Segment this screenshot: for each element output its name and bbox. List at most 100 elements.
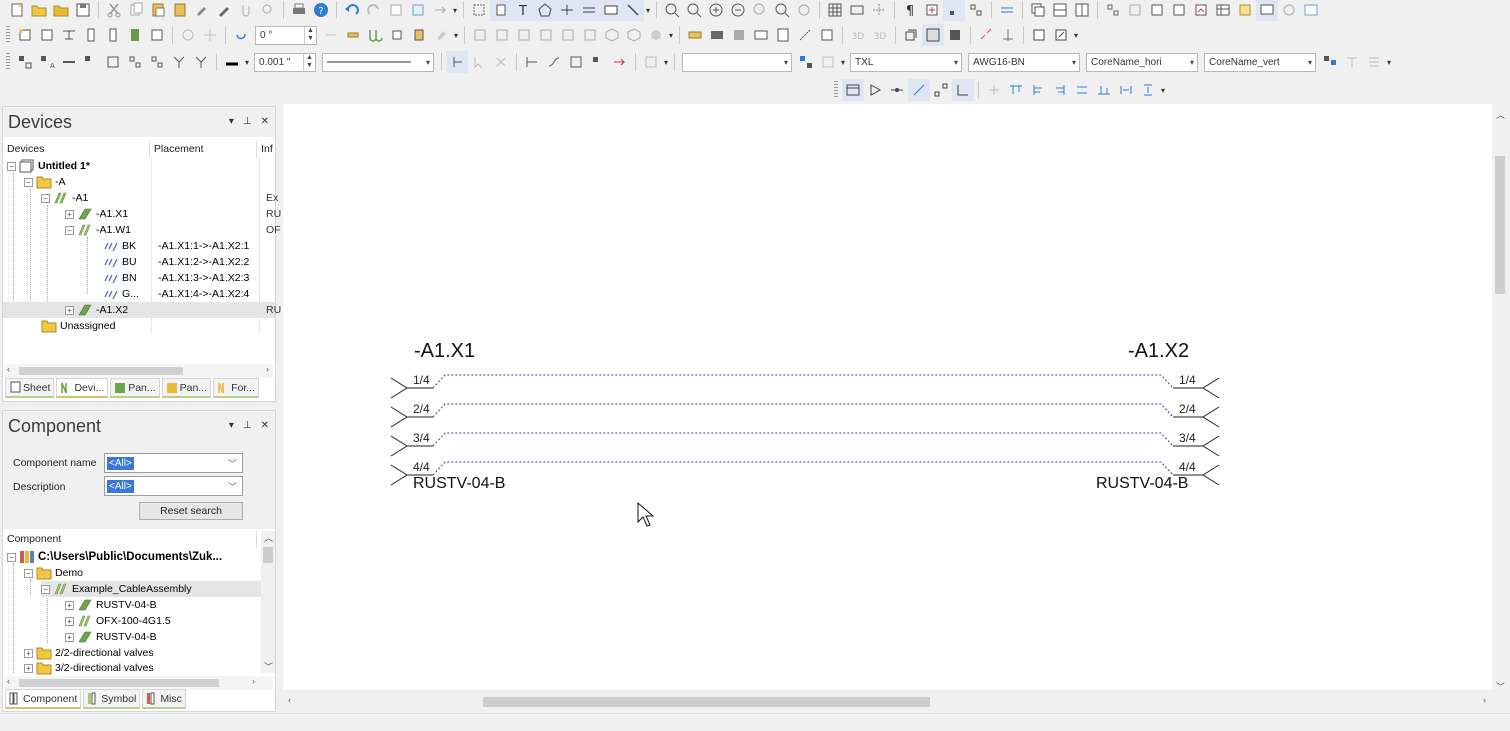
drawing-canvas[interactable]: -A1.X1 -A1.X2 RUSTV-04-B RUSTV-04-B 1/4 2… — [283, 104, 1492, 690]
right-pin-symbol[interactable] — [1202, 406, 1220, 428]
line-width-icon[interactable] — [221, 51, 243, 73]
diagonal-route-icon[interactable] — [930, 79, 952, 101]
right-connector-label[interactable]: -A1.X2 — [1128, 340, 1189, 362]
view-solid-icon[interactable] — [944, 24, 966, 46]
canvas-vertical-scrollbar[interactable]: ︿ ﹀ — [1492, 104, 1508, 695]
devices-horizontal-scrollbar[interactable]: ‹ › — [5, 364, 273, 378]
bar-icon[interactable] — [706, 24, 728, 46]
collapse-icon[interactable]: − — [7, 161, 16, 171]
attach-icon[interactable] — [235, 0, 257, 21]
screen-icon[interactable] — [1256, 0, 1279, 21]
collapse-icon[interactable]: − — [24, 568, 33, 578]
panel-menu-icon[interactable]: ▾ — [229, 420, 234, 431]
expand-icon[interactable]: + — [24, 648, 33, 658]
column-header-placement[interactable]: Placement — [150, 141, 258, 158]
pin-icon[interactable] — [386, 24, 408, 46]
paste-special-icon[interactable] — [169, 0, 191, 21]
grid-view-icon[interactable] — [1300, 0, 1322, 21]
grid-icon[interactable] — [824, 0, 846, 21]
layout-2-icon[interactable] — [1124, 0, 1146, 21]
collapse-icon[interactable]: − — [41, 193, 50, 203]
line-icon[interactable] — [622, 0, 645, 21]
tree-item-demo[interactable]: − Demo — [24, 565, 83, 581]
tag-icon[interactable] — [600, 0, 623, 21]
align-center-icon[interactable] — [1071, 79, 1093, 101]
cable-core-wire[interactable] — [432, 403, 1174, 418]
share-icon[interactable] — [429, 0, 451, 21]
tab-panel-1[interactable]: Pan... — [110, 378, 160, 398]
collapse-icon[interactable]: − — [41, 584, 50, 594]
y-junction-2-icon[interactable] — [190, 51, 212, 73]
tree-item-core-bu[interactable]: BU — [103, 254, 137, 270]
tree-item-a1-x2[interactable]: + -A1.X2 — [3, 302, 275, 318]
tab-form[interactable]: For... — [213, 378, 260, 398]
connect-icon[interactable] — [556, 0, 579, 21]
dropdown-arrow-icon[interactable]: ▾ — [664, 58, 668, 67]
align-icon[interactable] — [943, 0, 966, 21]
dropdown-arrow-icon[interactable]: ▾ — [454, 31, 458, 40]
component-name-select[interactable]: <All> ﹀ — [104, 453, 243, 473]
cable-icon[interactable] — [364, 24, 386, 46]
collapse-icon[interactable]: − — [65, 225, 74, 235]
cursor-icon[interactable] — [468, 51, 490, 73]
dropdown-arrow-icon[interactable]: ▾ — [1161, 86, 1165, 95]
cabinet-icon[interactable] — [772, 24, 794, 46]
frame-2-icon[interactable] — [1168, 0, 1190, 21]
symbol-icon[interactable] — [490, 0, 513, 21]
tab-misc[interactable]: Misc — [142, 689, 186, 709]
print-icon[interactable] — [288, 0, 310, 21]
sphere-icon[interactable] — [645, 24, 667, 46]
move-icon[interactable] — [199, 24, 221, 46]
route-2-icon[interactable] — [816, 24, 838, 46]
copy-icon[interactable] — [125, 0, 147, 21]
3d-off-icon[interactable]: 3D — [847, 24, 869, 46]
left-connector-label[interactable]: -A1.X1 — [414, 340, 475, 362]
cable-core-wire[interactable] — [432, 461, 1174, 476]
align-left-icon[interactable] — [1027, 79, 1049, 101]
tree-item-untitled[interactable]: − Untitled 1* — [7, 158, 275, 174]
paragraph-icon[interactable]: ¶ — [899, 0, 921, 21]
pin-dots-icon[interactable] — [446, 51, 469, 73]
report-icon[interactable] — [1190, 0, 1212, 21]
tab-sheet[interactable]: Sheet — [5, 378, 55, 398]
component-vertical-scrollbar[interactable]: ︿ ﹀ — [261, 531, 275, 673]
tree-item-core-bn[interactable]: BN — [103, 270, 137, 286]
left-pin-symbol[interactable] — [390, 377, 408, 399]
scroll-down-icon[interactable]: ﹀ — [1496, 680, 1505, 693]
table-icon[interactable] — [1212, 0, 1234, 21]
align-top-icon[interactable] — [1005, 79, 1027, 101]
core-name-vert-select[interactable]: CoreName_vert ▾ — [1204, 52, 1317, 72]
zoom-plus-icon[interactable] — [705, 0, 727, 21]
3d-icon[interactable]: 3D — [869, 24, 891, 46]
scroll-up-icon[interactable]: ︿ — [1496, 108, 1505, 121]
tree-item-ofx[interactable]: + OFX-100-4G1.5 — [65, 613, 171, 629]
shape-4-icon[interactable] — [535, 24, 557, 46]
ground-icon[interactable] — [58, 24, 80, 46]
wire-icon[interactable] — [578, 0, 601, 21]
angle-input[interactable]: 0 ° ▲ ▼ — [255, 25, 317, 45]
bus-icon[interactable] — [996, 0, 1018, 21]
line-width-spinner[interactable]: ▲ ▼ — [303, 53, 315, 71]
dimension-icon[interactable] — [750, 24, 772, 46]
hline-icon[interactable] — [58, 51, 80, 73]
cube-icon[interactable] — [601, 24, 623, 46]
expand-icon[interactable]: + — [65, 209, 74, 219]
scroll-thumb[interactable] — [1495, 156, 1505, 294]
scroll-left-icon[interactable]: ‹ — [7, 676, 10, 686]
help-icon[interactable]: ? — [310, 0, 332, 21]
tab-panel-2[interactable]: Pan... — [161, 378, 212, 398]
text-align-1-icon[interactable] — [14, 51, 36, 73]
distribute-h-icon[interactable] — [1115, 79, 1137, 101]
polygon-icon[interactable] — [534, 0, 557, 21]
zoom-minus-icon[interactable] — [727, 0, 749, 21]
pin-icon[interactable]: ⊥ — [243, 420, 252, 431]
scroll-right-icon[interactable]: › — [252, 676, 255, 686]
export-icon[interactable] — [407, 0, 429, 21]
tree-item-core-g[interactable]: G... — [103, 286, 139, 302]
cable-core-wire[interactable] — [432, 432, 1174, 447]
play-icon[interactable] — [864, 79, 886, 101]
crosshair-icon[interactable] — [868, 0, 890, 21]
tab-devices[interactable]: Devi... — [56, 378, 109, 398]
tree-item-rustv-1[interactable]: + RUSTV-04-B — [65, 597, 157, 613]
left-pin-symbol[interactable] — [390, 406, 408, 428]
